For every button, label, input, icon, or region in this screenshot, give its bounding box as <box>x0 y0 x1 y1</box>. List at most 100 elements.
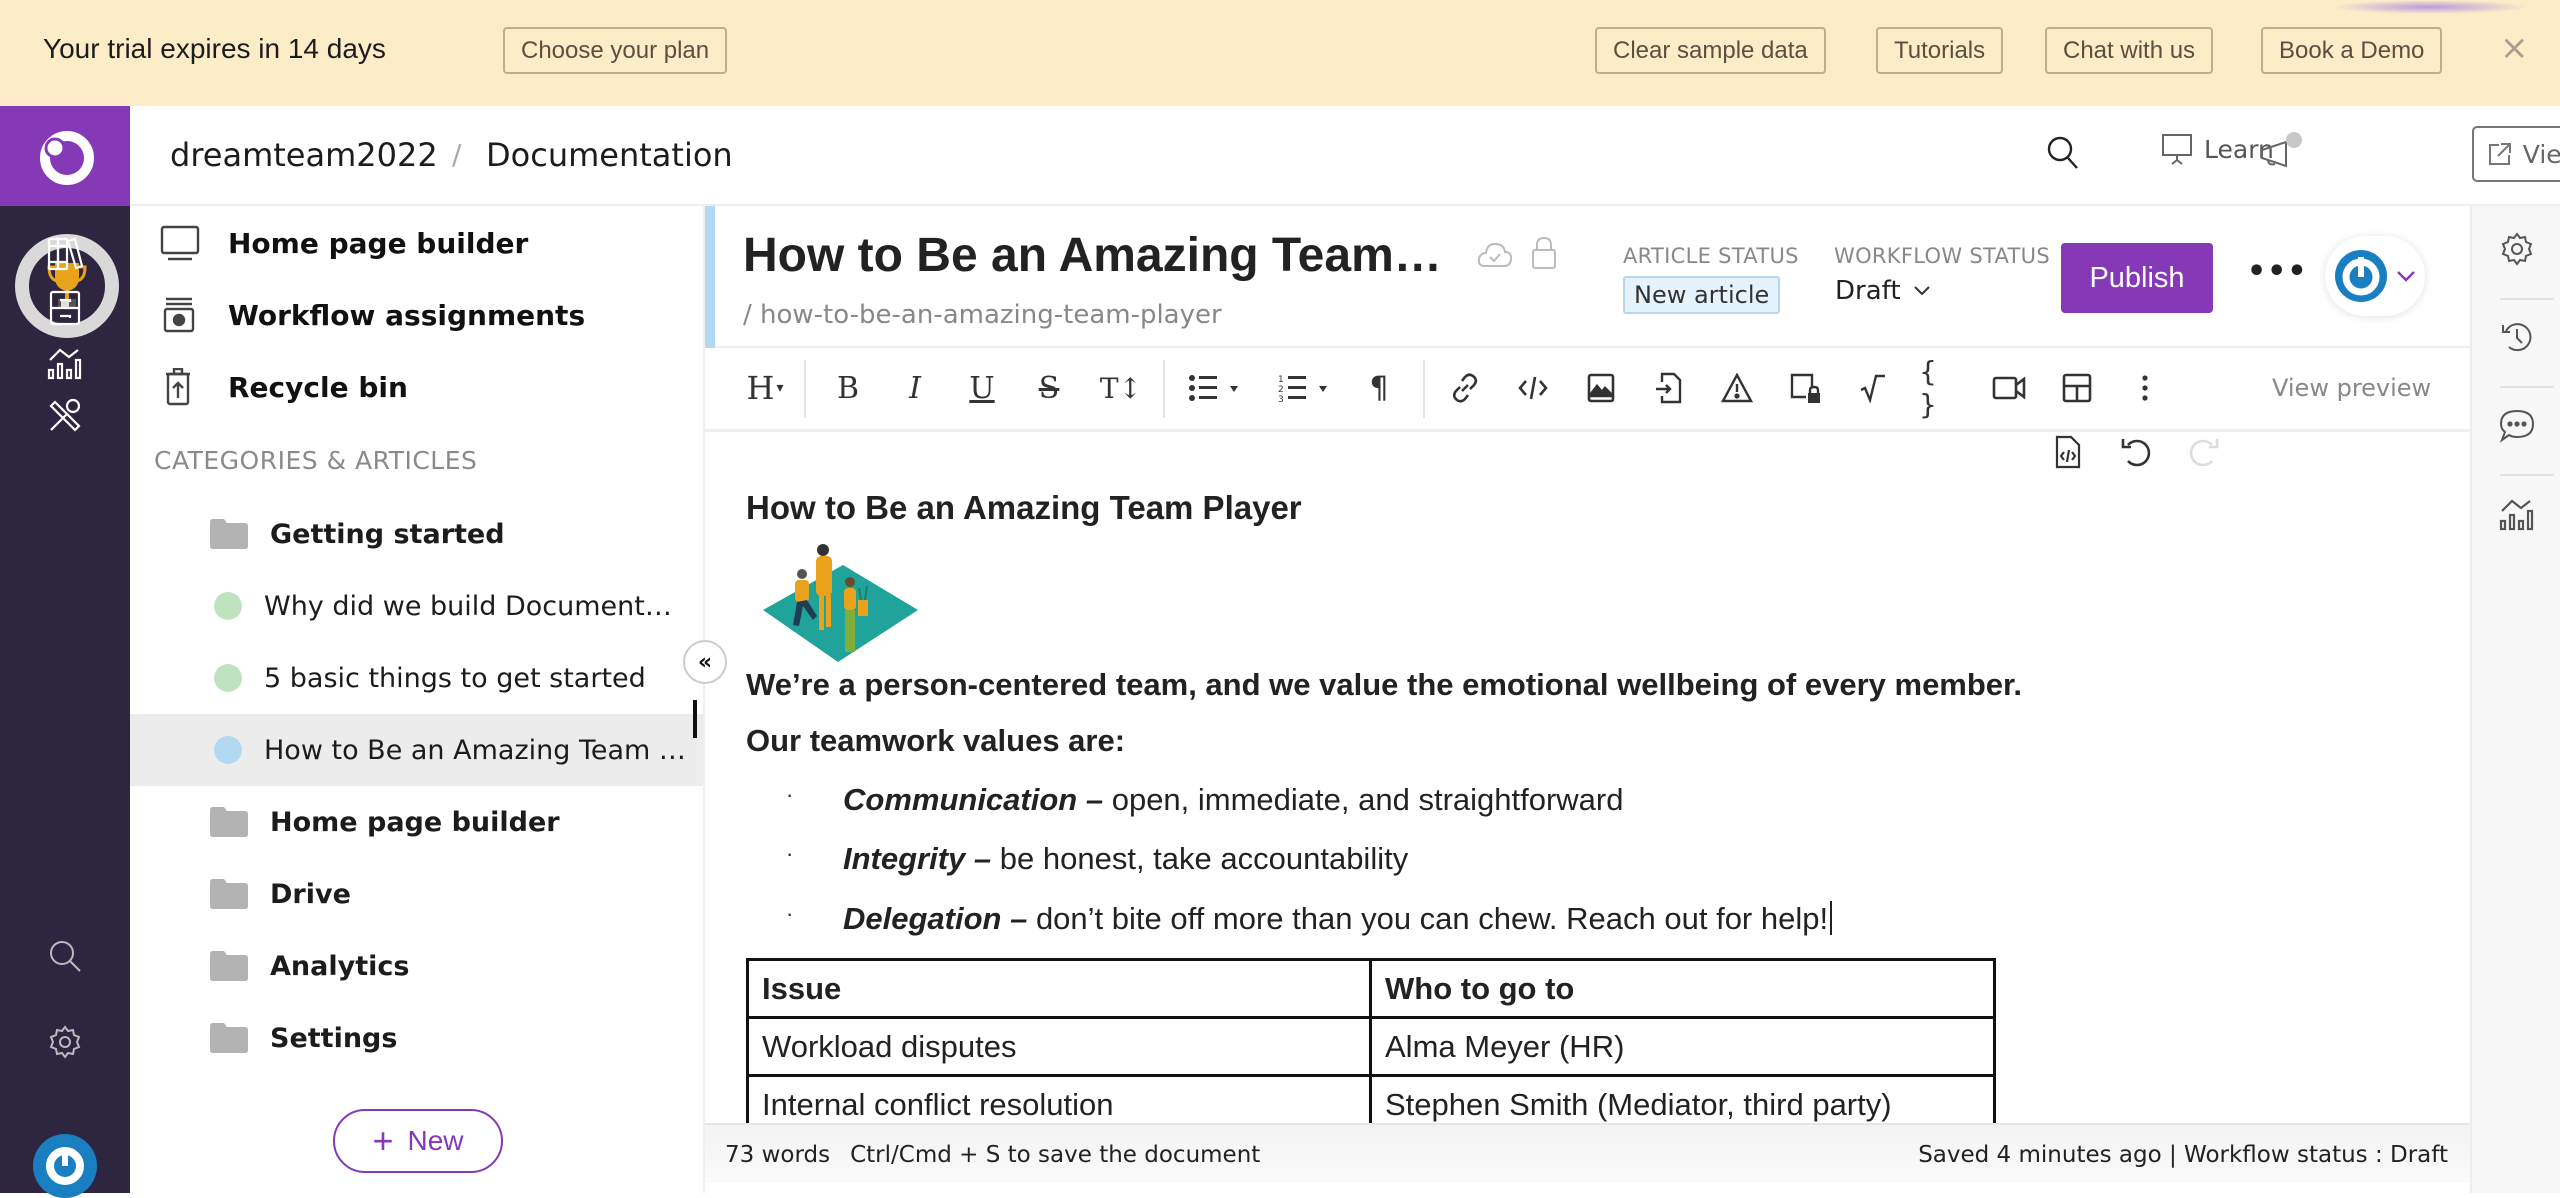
article-analytics-button[interactable] <box>2494 490 2540 536</box>
tree-folder-settings[interactable]: Settings <box>130 1002 703 1074</box>
image-icon <box>1587 373 1615 403</box>
user-avatar[interactable] <box>33 1134 97 1198</box>
more-options-button[interactable]: ••• <box>2247 254 2308 289</box>
underline-button[interactable]: U <box>960 366 1004 410</box>
choose-plan-button[interactable]: Choose your plan <box>503 27 728 74</box>
table-header-row: Issue Who to go to <box>746 958 1996 1019</box>
header-search-button[interactable] <box>2045 134 2081 178</box>
tree-article-amazing-team-player[interactable]: How to Be an Amazing Team Player <box>130 714 703 786</box>
insert-image-button[interactable] <box>1579 366 1623 410</box>
editor-content[interactable]: How to Be an Amazing Team Player We’re a… <box>705 435 2470 1123</box>
view-site-button[interactable]: View site <box>2472 126 2560 182</box>
tree-home-page-builder[interactable]: Home page builder <box>160 218 528 268</box>
learn-button[interactable]: Learn <box>2160 132 2274 166</box>
chevron-down-icon <box>2397 271 2415 282</box>
collapse-tree-button[interactable]: « <box>683 640 727 684</box>
tree-article-why-document360[interactable]: Why did we build Document360? <box>130 570 703 642</box>
font-size-button[interactable]: T↕ <box>1095 366 1147 410</box>
curly-braces-icon: { } <box>1919 355 1937 421</box>
insert-file-button[interactable] <box>1647 366 1691 410</box>
trial-expiry-text: Your trial expires in 14 days <box>43 33 386 64</box>
bold-button[interactable]: B <box>826 366 870 410</box>
publish-button[interactable]: Publish <box>2061 243 2213 313</box>
bullet-list-dropdown[interactable] <box>1183 366 1253 410</box>
workflow-status-label: WORKFLOW STATUS <box>1834 244 2050 268</box>
table-cell[interactable]: Stephen Smith (Mediator, third party) <box>1369 1074 1996 1123</box>
rail-search[interactable] <box>41 932 89 980</box>
insert-variable-button[interactable]: { } <box>1919 355 1963 421</box>
rail-tools[interactable] <box>41 392 89 440</box>
view-preview-button[interactable]: View preview <box>2272 374 2431 402</box>
tree-folder-analytics[interactable]: Analytics <box>130 930 703 1002</box>
tree-recycle-bin[interactable]: Recycle bin <box>160 362 408 412</box>
new-button-label: New <box>407 1125 464 1156</box>
tree-folder-drive[interactable]: Drive <box>130 858 703 930</box>
workflow-status-dropdown[interactable]: Draft <box>1835 276 1931 306</box>
breadcrumb-project[interactable]: dreamteam2022 <box>170 136 438 174</box>
private-content-button[interactable] <box>1783 366 1827 410</box>
tree-workflow-assignments[interactable]: Workflow assignments <box>160 290 585 340</box>
folder-icon <box>210 879 248 909</box>
article-title[interactable]: How to Be an Amazing Team Player <box>743 228 1443 283</box>
rail-drive[interactable] <box>41 284 89 332</box>
video-icon <box>1992 376 2026 400</box>
tree-folder-getting-started[interactable]: Getting started <box>130 498 703 570</box>
insert-code-button[interactable] <box>1511 366 1555 410</box>
table-row: Workload disputes Alma Meyer (HR) <box>746 1016 1996 1077</box>
app-logo[interactable] <box>0 106 130 206</box>
tree-folder-home-page-builder[interactable]: Home page builder <box>130 786 703 858</box>
article-slug[interactable]: / how-to-be-an-amazing-team-player <box>743 300 1222 330</box>
code-icon <box>1518 376 1548 400</box>
table-cell[interactable]: Internal conflict resolution <box>746 1074 1372 1123</box>
insert-table-button[interactable] <box>2055 366 2099 410</box>
paragraph-button[interactable]: ¶ <box>1357 366 1401 410</box>
insert-callout-button[interactable] <box>1715 366 1759 410</box>
numbered-list-dropdown[interactable]: 123 <box>1272 366 1342 410</box>
contacts-table[interactable]: Issue Who to go to Workload disputes Alm… <box>746 958 1996 1123</box>
tree-resize-handle[interactable] <box>693 700 697 738</box>
heading-dropdown[interactable]: H ▾ <box>740 366 790 410</box>
insert-math-button[interactable] <box>1851 366 1895 410</box>
italic-button[interactable]: I <box>893 366 937 410</box>
bullet-icon: · <box>786 901 794 926</box>
banner-glow-decoration <box>2330 0 2530 14</box>
table-cell[interactable]: Workload disputes <box>746 1016 1372 1077</box>
insert-video-button[interactable] <box>1987 366 2031 410</box>
folder-icon <box>210 951 248 981</box>
megaphone-icon <box>2261 132 2302 168</box>
close-banner-icon[interactable]: × <box>2500 28 2529 68</box>
table-header-cell[interactable]: Who to go to <box>1369 958 1996 1019</box>
insert-link-button[interactable] <box>1443 366 1487 410</box>
chat-with-us-button[interactable]: Chat with us <box>2045 27 2214 74</box>
right-rail-divider <box>2500 386 2554 388</box>
tutorials-button[interactable]: Tutorials <box>1876 27 2004 74</box>
strikethrough-button[interactable]: S <box>1027 366 1071 410</box>
save-shortcut-hint: Ctrl/Cmd + S to save the document <box>850 1142 1261 1168</box>
revision-history-button[interactable] <box>2494 314 2540 360</box>
published-status-dot <box>214 664 242 692</box>
article-owner-dropdown[interactable] <box>2325 236 2425 316</box>
more-tools-button[interactable] <box>2123 366 2167 410</box>
value-list-item: · Delegation – don’t bite off more than … <box>786 901 1833 937</box>
breadcrumb-section[interactable]: Documentation <box>486 136 733 174</box>
team-illustration-image[interactable] <box>753 540 923 670</box>
chevron-down-icon <box>1913 286 1930 296</box>
rail-knowledge-base[interactable] <box>41 230 89 278</box>
new-button[interactable]: + New <box>333 1109 503 1173</box>
toolbar-divider <box>804 360 806 418</box>
rail-settings[interactable] <box>41 1018 89 1066</box>
article-settings-button[interactable] <box>2494 226 2540 272</box>
books-icon <box>47 237 84 271</box>
book-demo-button[interactable]: Book a Demo <box>2261 27 2443 74</box>
tools-icon <box>49 398 81 432</box>
bullet-list-icon <box>1189 375 1238 401</box>
tree-article-5-basic-things[interactable]: 5 basic things to get started <box>130 642 703 714</box>
plus-icon: + <box>372 1120 394 1161</box>
table-cell[interactable]: Alma Meyer (HR) <box>1369 1016 1996 1077</box>
table-header-cell[interactable]: Issue <box>746 958 1372 1019</box>
announcements-button[interactable] <box>2258 130 2306 178</box>
comments-button[interactable] <box>2494 402 2540 448</box>
clear-sample-data-button[interactable]: Clear sample data <box>1595 27 1826 74</box>
lock-icon[interactable] <box>1529 236 1559 270</box>
rail-analytics[interactable] <box>41 338 89 386</box>
